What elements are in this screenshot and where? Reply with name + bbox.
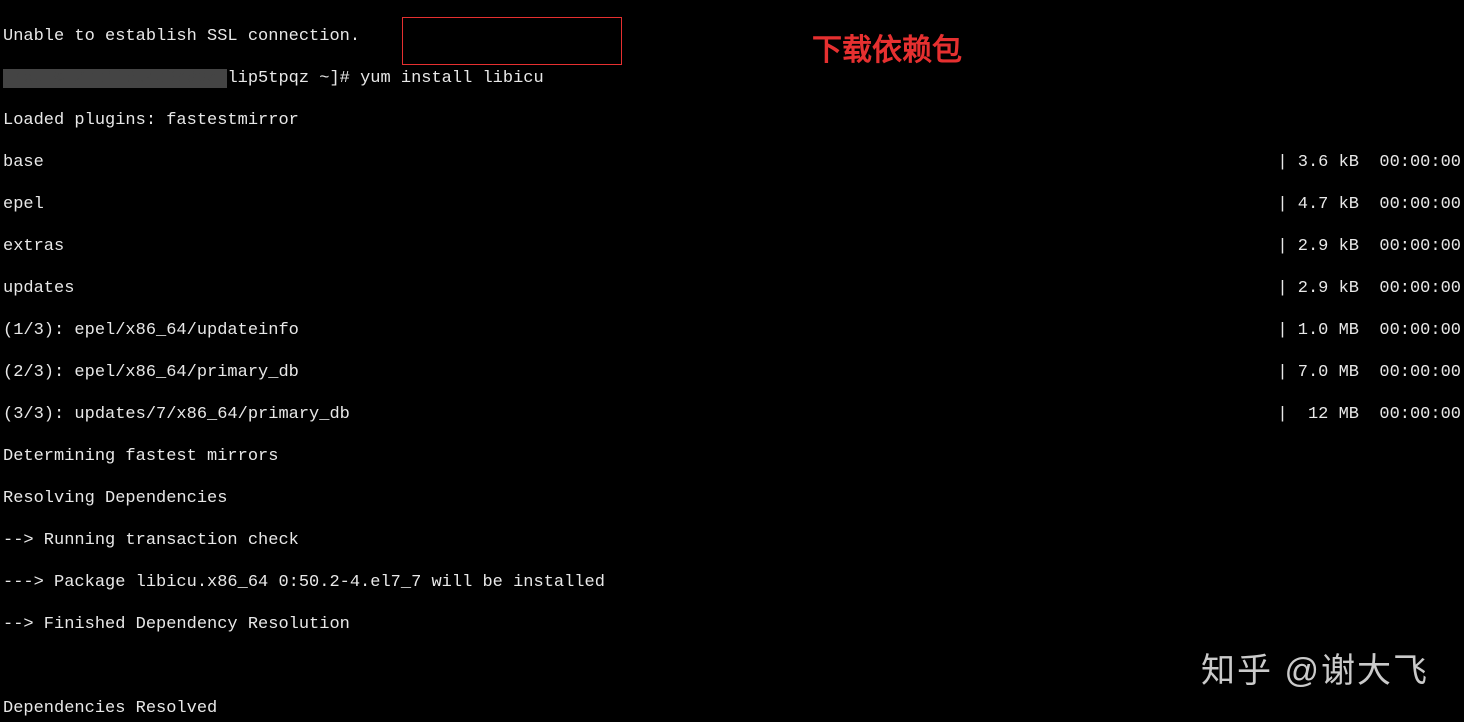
prompt-suffix: lip5tpqz ~]# bbox=[227, 69, 360, 88]
dl-size: | 1.0 MB 00:00:00 bbox=[1277, 320, 1461, 341]
repo-name: base bbox=[3, 152, 44, 173]
dl-name: (3/3): updates/7/x86_64/primary_db bbox=[3, 404, 350, 425]
line-plugins: Loaded plugins: fastestmirror bbox=[3, 110, 1461, 131]
line-error: Unable to establish SSL connection. bbox=[3, 26, 1461, 47]
repo-row-extras: extras | 2.9 kB 00:00:00 bbox=[3, 236, 1461, 257]
repo-row-base: base | 3.6 kB 00:00:00 bbox=[3, 152, 1461, 173]
dl-size: | 7.0 MB 00:00:00 bbox=[1277, 362, 1461, 383]
line-resolving: Resolving Dependencies bbox=[3, 488, 1461, 509]
command-text: yum install libicu bbox=[360, 69, 544, 88]
repo-size: | 3.6 kB 00:00:00 bbox=[1277, 152, 1461, 173]
line-determining: Determining fastest mirrors bbox=[3, 446, 1461, 467]
line-deps-resolved: Dependencies Resolved bbox=[3, 698, 1461, 719]
line-package-install: ---> Package libicu.x86_64 0:50.2-4.el7_… bbox=[3, 572, 1461, 593]
repo-size: | 4.7 kB 00:00:00 bbox=[1277, 194, 1461, 215]
repo-row-epel: epel | 4.7 kB 00:00:00 bbox=[3, 194, 1461, 215]
dl-size: | 12 MB 00:00:00 bbox=[1277, 404, 1461, 425]
dl-name: (1/3): epel/x86_64/updateinfo bbox=[3, 320, 299, 341]
dl-name: (2/3): epel/x86_64/primary_db bbox=[3, 362, 299, 383]
dl-row-1: (1/3): epel/x86_64/updateinfo | 1.0 MB 00… bbox=[3, 320, 1461, 341]
repo-size: | 2.9 kB 00:00:00 bbox=[1277, 278, 1461, 299]
terminal[interactable]: Unable to establish SSL connection. [roo… bbox=[0, 0, 1464, 722]
repo-name: extras bbox=[3, 236, 64, 257]
repo-name: updates bbox=[3, 278, 74, 299]
prompt-redacted: [root@iZbp1f8u4d3b9sZ bbox=[3, 69, 227, 88]
repo-size: | 2.9 kB 00:00:00 bbox=[1277, 236, 1461, 257]
dl-row-2: (2/3): epel/x86_64/primary_db | 7.0 MB 00… bbox=[3, 362, 1461, 383]
line-blank bbox=[3, 656, 1461, 677]
line-running-check: --> Running transaction check bbox=[3, 530, 1461, 551]
repo-row-updates: updates | 2.9 kB 00:00:00 bbox=[3, 278, 1461, 299]
repo-name: epel bbox=[3, 194, 44, 215]
line-finished: --> Finished Dependency Resolution bbox=[3, 614, 1461, 635]
dl-row-3: (3/3): updates/7/x86_64/primary_db | 12 M… bbox=[3, 404, 1461, 425]
line-prompt: [root@iZbp1f8u4d3b9sZ lip5tpqz ~]# yum i… bbox=[3, 68, 1461, 89]
